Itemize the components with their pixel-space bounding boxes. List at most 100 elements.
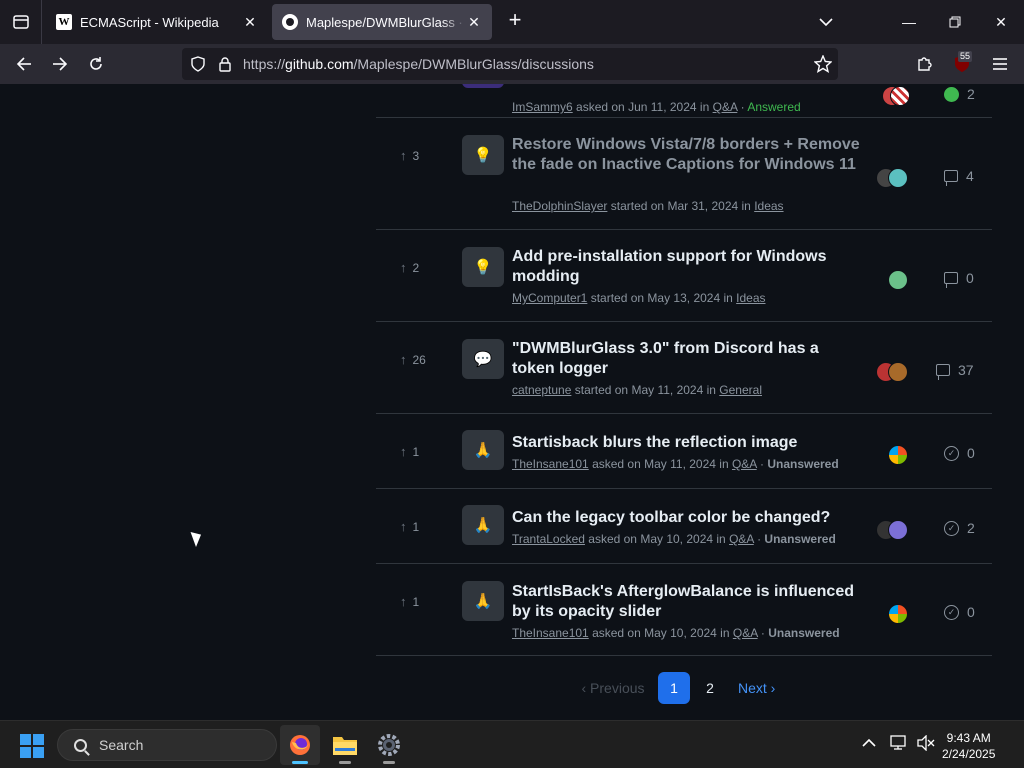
- discussion-meta: TheDolphinSlayer started on Mar 31, 2024…: [512, 199, 784, 213]
- url-text: https://github.com/Maplespe/DWMBlurGlass…: [243, 56, 594, 72]
- avatar[interactable]: [888, 604, 908, 624]
- new-tab-button[interactable]: +: [504, 9, 526, 32]
- settings-taskbar-button[interactable]: [369, 725, 409, 765]
- network-button[interactable]: [890, 735, 908, 753]
- discussion-row[interactable]: ↑ 2 💡 Add pre-installation support for Wi…: [376, 230, 992, 322]
- avatar[interactable]: [888, 520, 908, 540]
- upvote-button[interactable]: ↑ 2: [400, 260, 440, 275]
- lock-icon[interactable]: [218, 56, 232, 72]
- action-text: started on: [610, 199, 665, 213]
- author-link[interactable]: TrantaLocked: [512, 532, 585, 546]
- count-value: 0: [967, 604, 975, 620]
- avatar[interactable]: [888, 362, 908, 382]
- navigation-toolbar: https://github.com/Maplespe/DWMBlurGlass…: [0, 44, 1024, 84]
- category-link[interactable]: Q&A: [713, 100, 738, 114]
- category-link[interactable]: Q&A: [733, 626, 758, 640]
- category-emoji-icon: [462, 84, 504, 88]
- author-link[interactable]: catneptune: [512, 383, 571, 397]
- windows-logo-tile: [20, 734, 31, 745]
- author-link[interactable]: MyComputer1: [512, 291, 587, 305]
- category-link[interactable]: Ideas: [754, 199, 783, 213]
- discussion-row[interactable]: ↑ 1 🙏 Can the legacy toolbar color be cha…: [376, 489, 992, 564]
- file-explorer-taskbar-button[interactable]: [325, 725, 365, 765]
- check-circle-icon: ✓: [944, 520, 959, 536]
- answer-count[interactable]: 2: [944, 86, 975, 102]
- address-bar[interactable]: https://github.com/Maplespe/DWMBlurGlass…: [182, 48, 838, 80]
- author-link[interactable]: TheInsane101: [512, 626, 589, 640]
- taskbar-search[interactable]: Search: [57, 729, 277, 761]
- avatar[interactable]: [890, 86, 910, 106]
- tab-github-discussions[interactable]: Maplespe/DWMBlurGlass · Discussions ✕: [272, 4, 492, 40]
- avatar[interactable]: [888, 168, 908, 188]
- show-hidden-icons-button[interactable]: [860, 735, 878, 753]
- firefox-view-button[interactable]: [0, 0, 42, 44]
- tab-title: ECMAScript - Wikipedia: [80, 14, 219, 30]
- discussion-title[interactable]: Restore Windows Vista/7/8 borders + Remo…: [512, 135, 862, 175]
- close-window-button[interactable]: ✕: [978, 0, 1024, 44]
- minimize-button[interactable]: —: [886, 0, 932, 44]
- status-badge: Answered: [747, 100, 801, 114]
- arrow-up-icon: ↑: [400, 148, 407, 163]
- back-button[interactable]: [12, 52, 36, 76]
- close-tab-icon[interactable]: ✕: [466, 14, 482, 31]
- discussion-row[interactable]: ↑ 3 💡 Restore Windows Vista/7/8 borders +…: [376, 118, 992, 230]
- next-page-button[interactable]: Next ›: [738, 680, 775, 696]
- arrow-up-icon: ↑: [400, 594, 407, 609]
- author-link[interactable]: ImSammy6: [512, 100, 573, 114]
- upvote-button[interactable]: ↑ 3: [400, 148, 440, 163]
- page-1-button[interactable]: 1: [658, 672, 690, 704]
- discussion-title[interactable]: Startisback blurs the reflection image: [512, 433, 912, 453]
- comment-count[interactable]: 0: [944, 270, 974, 288]
- tab-title: Maplespe/DWMBlurGlass · Discussions: [306, 14, 466, 30]
- reload-button[interactable]: [84, 52, 108, 76]
- tab-wikipedia[interactable]: W ECMAScript - Wikipedia ✕: [46, 4, 268, 40]
- praying-hands-icon: 🙏: [462, 581, 504, 621]
- app-menu-button[interactable]: [988, 52, 1012, 76]
- category-link[interactable]: General: [719, 383, 762, 397]
- list-all-tabs-icon[interactable]: [816, 12, 836, 32]
- shield-icon[interactable]: [190, 56, 206, 72]
- category-link[interactable]: Ideas: [736, 291, 765, 305]
- volume-muted-button[interactable]: [917, 734, 935, 753]
- discussion-row[interactable]: ↑ 1 🙏 StartIsBack's AfterglowBalance is i…: [376, 564, 992, 656]
- discussion-row[interactable]: ImSammy6 asked on Jun 11, 2024 in Q&A · …: [376, 84, 992, 118]
- check-circle-icon: ✓: [944, 445, 959, 461]
- taskbar-clock[interactable]: 9:43 AM 2/24/2025: [942, 730, 995, 762]
- close-tab-icon[interactable]: ✕: [242, 14, 258, 31]
- answer-count[interactable]: ✓ 0: [944, 604, 975, 620]
- answer-count[interactable]: ✓ 2: [944, 520, 975, 536]
- discussion-title[interactable]: "DWMBlurGlass 3.0" from Discord has a to…: [512, 339, 862, 379]
- bookmark-star-icon[interactable]: [814, 55, 832, 73]
- upvote-count: 2: [412, 260, 420, 275]
- avatar[interactable]: [888, 445, 908, 465]
- upvote-button[interactable]: ↑ 1: [400, 519, 440, 534]
- extensions-button[interactable]: [912, 52, 936, 76]
- upvote-button[interactable]: ↑ 1: [400, 444, 440, 459]
- forward-button[interactable]: [48, 52, 72, 76]
- windows-logo-tile: [33, 734, 44, 745]
- upvote-button[interactable]: ↑ 26: [400, 352, 440, 367]
- discussion-title[interactable]: Can the legacy toolbar color be changed?: [512, 508, 912, 528]
- count-value: 0: [967, 445, 975, 461]
- avatar[interactable]: [888, 270, 908, 290]
- discussion-title[interactable]: StartIsBack's AfterglowBalance is influe…: [512, 582, 862, 622]
- date-text: May 10, 2024: [640, 532, 714, 546]
- comment-count[interactable]: 37: [936, 362, 974, 380]
- date-text: May 10, 2024: [644, 626, 717, 640]
- page-2-button[interactable]: 2: [694, 672, 726, 704]
- discussion-title[interactable]: Add pre-installation support for Windows…: [512, 247, 862, 287]
- comment-count[interactable]: 4: [944, 168, 974, 186]
- answer-count[interactable]: ✓ 0: [944, 445, 975, 461]
- discussion-row[interactable]: ↑ 1 🙏 Startisback blurs the reflection im…: [376, 414, 992, 489]
- category-link[interactable]: Q&A: [729, 532, 754, 546]
- tab-strip: W ECMAScript - Wikipedia ✕ Maplespe/DWMB…: [0, 0, 1024, 44]
- firefox-taskbar-button[interactable]: [280, 725, 320, 765]
- start-button[interactable]: [20, 734, 44, 758]
- discussion-row[interactable]: ↑ 26 💬 "DWMBlurGlass 3.0" from Discord ha…: [376, 322, 992, 414]
- restore-button[interactable]: [932, 0, 978, 44]
- category-link[interactable]: Q&A: [732, 457, 757, 471]
- author-link[interactable]: TheDolphinSlayer: [512, 199, 607, 213]
- comment-icon: [936, 364, 950, 380]
- author-link[interactable]: TheInsane101: [512, 457, 589, 471]
- upvote-button[interactable]: ↑ 1: [400, 594, 440, 609]
